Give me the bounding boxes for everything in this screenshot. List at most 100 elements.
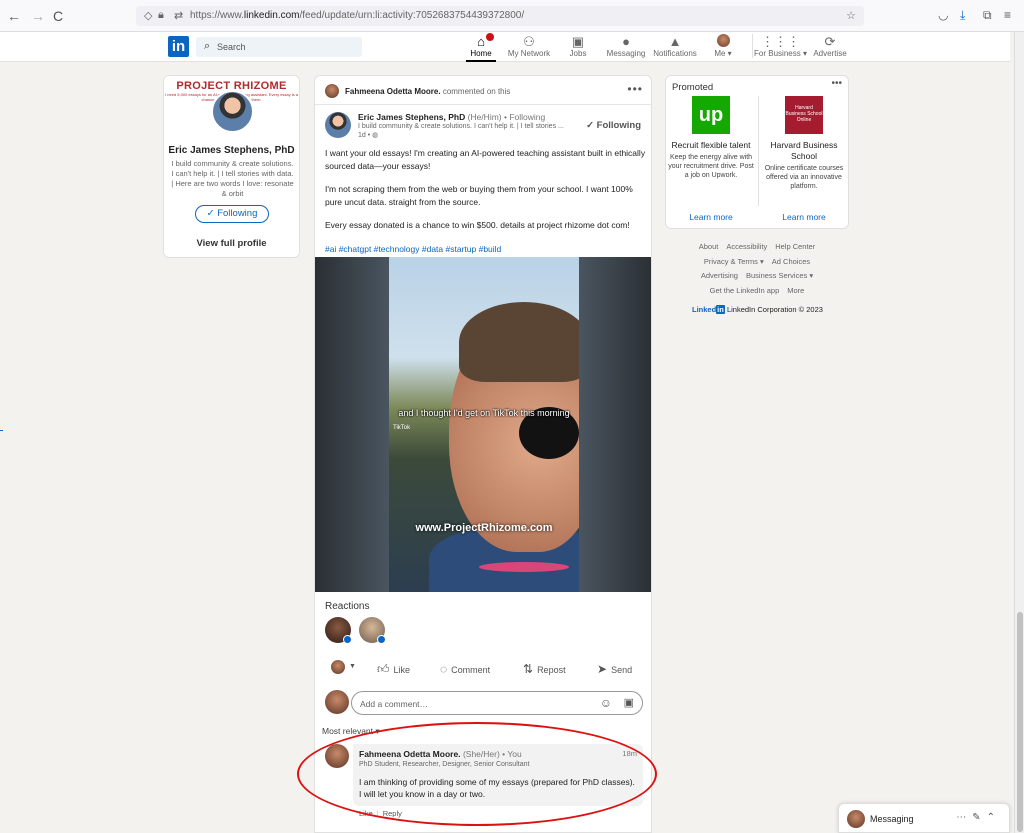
- nav-messaging[interactable]: ● Messaging: [604, 34, 648, 58]
- avatar[interactable]: [331, 660, 345, 674]
- more-options-icon[interactable]: •••: [627, 82, 643, 96]
- comment-text: I am thinking of providing some of my es…: [359, 777, 635, 799]
- commenter-avatar[interactable]: [325, 744, 349, 768]
- search-input[interactable]: ⌕ Search: [196, 37, 362, 57]
- bookmark-star-icon[interactable]: ☆: [846, 9, 856, 22]
- advertise-icon: ⟳: [824, 34, 836, 49]
- avatar: [716, 34, 730, 47]
- comment-button[interactable]: ◌ Comment: [440, 662, 490, 676]
- ad-headline: Recruit flexible talent: [671, 140, 751, 150]
- extensions-icon[interactable]: ⧉: [983, 8, 992, 23]
- url-bar[interactable]: ◇ 🔒︎ ⇄ https://www.linkedin.com/feed/upd…: [136, 6, 864, 26]
- avatar[interactable]: [325, 690, 349, 714]
- footer-links: About Accessibility Help Center Privacy & …: [665, 240, 849, 298]
- download-icon[interactable]: ⤓: [960, 8, 965, 23]
- scroll-thumb[interactable]: [1017, 612, 1023, 832]
- learn-more-link[interactable]: Learn more: [759, 212, 849, 222]
- grid-icon: ⋮⋮⋮: [761, 34, 800, 49]
- linkedin-logo[interactable]: in: [168, 36, 189, 57]
- footer-link[interactable]: About: [699, 242, 719, 251]
- author-avatar[interactable]: [325, 112, 351, 138]
- video-blur-left: [315, 257, 389, 592]
- footer-link[interactable]: More: [787, 286, 804, 295]
- chat-icon: ●: [622, 34, 630, 49]
- video-watermark: www.ProjectRhizome.com: [415, 522, 553, 534]
- profile-card: PROJECT RHIZOME I need 5,000 essays for …: [163, 75, 300, 258]
- post-paragraph: Every essay donated is a chance to win $…: [325, 220, 630, 230]
- ad-headline: Harvard Business School: [770, 140, 838, 161]
- like-button[interactable]: 👍︎ Like: [377, 662, 410, 677]
- nav-jobs[interactable]: ▣ Jobs: [563, 34, 593, 58]
- following-toggle[interactable]: ✓ Following: [586, 120, 641, 131]
- chevron-down-icon[interactable]: ▼: [349, 663, 356, 670]
- nav-my-network[interactable]: ⚇ My Network: [506, 34, 552, 58]
- following-button[interactable]: ✓ Following: [195, 205, 269, 223]
- chevron-up-icon[interactable]: ⌃: [987, 812, 1001, 823]
- footer-link[interactable]: Ad Choices: [772, 257, 810, 266]
- repost-button[interactable]: ⇅ Repost: [523, 662, 566, 676]
- like-badge-icon: [343, 635, 352, 644]
- footer-link[interactable]: Help Center: [775, 242, 815, 251]
- author-name[interactable]: Eric James Stephens, PhD (He/Him) • Foll…: [358, 112, 545, 122]
- pocket-icon[interactable]: ◡: [938, 8, 948, 22]
- footer-link[interactable]: Business Services ▾: [746, 271, 813, 280]
- footer-link[interactable]: Advertising: [701, 271, 738, 280]
- messaging-bar[interactable]: Messaging ⋯✎⌃: [838, 803, 1010, 833]
- profile-name[interactable]: Eric James Stephens, PhD: [164, 145, 299, 156]
- notification-dot: [486, 33, 494, 41]
- menu-icon[interactable]: ≡: [1004, 8, 1011, 22]
- comment-placeholder: Add a comment…: [360, 699, 429, 709]
- comment-reply-button[interactable]: Reply: [383, 809, 402, 818]
- footer-link[interactable]: Privacy & Terms ▾: [704, 257, 764, 266]
- ad-description: Keep the energy alive with your recruitm…: [668, 154, 754, 179]
- compose-icon[interactable]: ✎: [972, 812, 986, 823]
- more-options-icon[interactable]: ⋯: [956, 812, 972, 823]
- view-full-profile-link[interactable]: View full profile: [164, 238, 299, 249]
- back-icon[interactable]: ←: [6, 8, 22, 24]
- nav-for-business[interactable]: ⋮⋮⋮ For Business ▾: [752, 34, 808, 58]
- comment-like-button[interactable]: Like: [359, 809, 373, 818]
- shield-icon[interactable]: ◇: [144, 9, 152, 22]
- comment-time: 18m: [622, 749, 637, 758]
- ad-description: Online certificate courses offered via a…: [764, 165, 844, 190]
- more-options-icon[interactable]: •••: [831, 78, 842, 89]
- footer-brand: Linkedin LinkedIn Corporation © 2023: [692, 305, 823, 314]
- comment-input[interactable]: Add a comment… ☺ ▣: [351, 691, 643, 715]
- avatar[interactable]: [325, 84, 339, 98]
- promoted-label: Promoted: [672, 82, 714, 93]
- post-video[interactable]: and I thought I'd get on TikTok this mor…: [315, 257, 651, 592]
- network-icon: ⚇: [523, 34, 535, 49]
- commenter-name[interactable]: Fahmeena Odetta Moore. (She/Her) • You: [359, 749, 522, 759]
- permissions-icon[interactable]: ⇄: [174, 9, 183, 22]
- url-text[interactable]: https://www.linkedin.com/feed/update/urn…: [190, 10, 524, 21]
- context-text: Fahmeena Odetta Moore. commented on this: [345, 87, 511, 96]
- briefcase-icon: ▣: [571, 34, 585, 49]
- nav-notifications[interactable]: ▲ Notifications: [652, 34, 698, 58]
- video-blur-right: [579, 257, 651, 592]
- page-scrollbar[interactable]: [1014, 32, 1024, 833]
- promoted-card: Promoted ••• up Recruit flexible talent …: [665, 75, 849, 229]
- nav-me[interactable]: Me ▾: [708, 34, 738, 58]
- harvard-logo: Harvard Business School Online: [785, 96, 823, 134]
- profile-avatar[interactable]: [211, 90, 254, 133]
- post-body: I want your old essays! I'm creating an …: [325, 147, 647, 243]
- reload-icon[interactable]: C: [50, 8, 66, 24]
- hashtags[interactable]: #ai #chatgpt #technology #data #startup …: [325, 244, 501, 254]
- image-icon[interactable]: ▣: [624, 696, 634, 709]
- footer-link[interactable]: Get the LinkedIn app: [710, 286, 780, 295]
- send-button[interactable]: ➤ Send: [597, 662, 632, 676]
- video-hair: [459, 302, 579, 382]
- browser-toolbar: ← → C ◇ 🔒︎ ⇄ https://www.linkedin.com/fe…: [0, 0, 1024, 32]
- emoji-icon[interactable]: ☺: [600, 696, 612, 710]
- forward-icon[interactable]: →: [30, 8, 46, 24]
- footer-link[interactable]: Accessibility: [726, 242, 767, 251]
- lock-icon[interactable]: 🔒︎: [158, 9, 164, 22]
- ad-harvard[interactable]: Harvard Business School Online Harvard B…: [759, 94, 849, 228]
- divider: [315, 104, 651, 105]
- comment-actions: Like | Reply: [359, 809, 402, 818]
- learn-more-link[interactable]: Learn more: [666, 212, 756, 222]
- reactions-title: Reactions: [325, 601, 370, 612]
- nav-advertise[interactable]: ⟳ Advertise: [812, 34, 848, 58]
- comment-sort-dropdown[interactable]: Most relevant ▾: [322, 726, 380, 737]
- ad-upwork[interactable]: up Recruit flexible talent Keep the ener…: [666, 94, 756, 228]
